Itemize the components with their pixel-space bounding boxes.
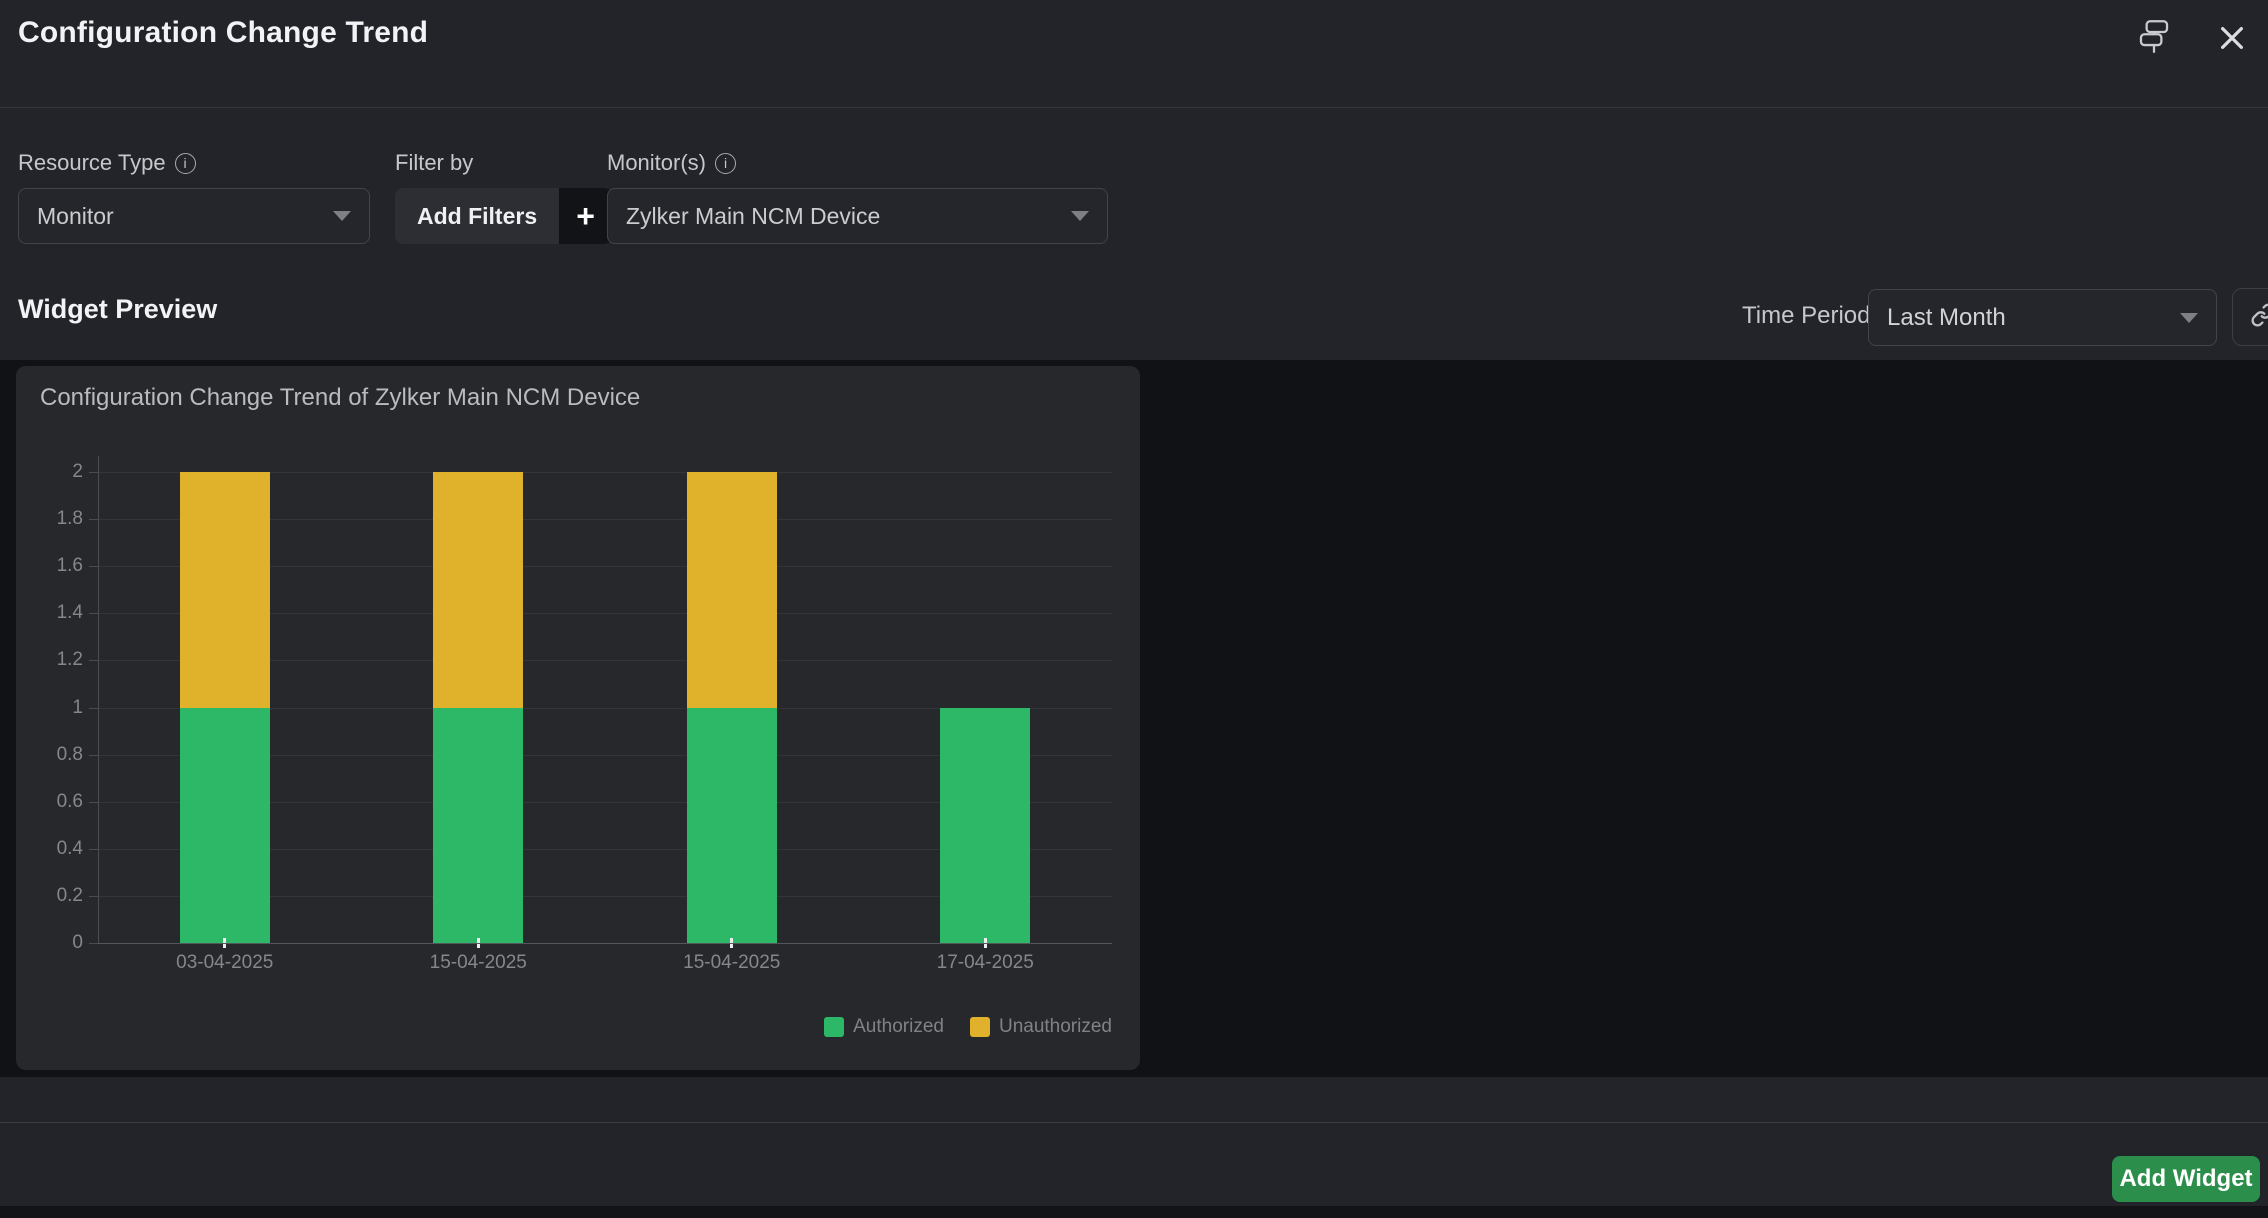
legend-item-unauthorized[interactable]: Unauthorized	[970, 1016, 1112, 1038]
y-axis-label: 2	[23, 461, 83, 483]
y-axis-tick	[89, 708, 98, 709]
widget-preview-title: Widget Preview	[18, 294, 217, 325]
legend-label: Unauthorized	[999, 1016, 1112, 1038]
y-axis-label: 1	[23, 697, 83, 719]
y-axis-label: 0.8	[23, 744, 83, 766]
legend-swatch	[824, 1017, 844, 1037]
legend-label: Authorized	[853, 1016, 944, 1038]
filter-by-label: Filter by	[395, 150, 473, 176]
y-axis-label: 0.2	[23, 885, 83, 907]
legend-item-authorized[interactable]: Authorized	[824, 1016, 944, 1038]
widget-layout-button[interactable]	[2134, 18, 2174, 58]
monitors-label-text: Monitor(s)	[607, 150, 706, 176]
header-divider	[0, 107, 2268, 108]
time-period-value: Last Month	[1887, 304, 2006, 332]
chart-plot-area: 0 0.2 0.4 0.6 0.8 1 1.2 1.4 1.6 1.8 2 03-04-2025 15-…	[16, 366, 1140, 1070]
chart-panel: Configuration Change Trend of Zylker Mai…	[16, 366, 1140, 1070]
y-axis-tick	[89, 660, 98, 661]
chart-legend: Authorized Unauthorized	[824, 1016, 1112, 1038]
footer-divider	[0, 1122, 2268, 1123]
close-button[interactable]	[2212, 20, 2252, 60]
add-filters-button[interactable]: Add Filters +	[395, 188, 612, 244]
signpost-icon	[2138, 19, 2170, 58]
bar-segment-unauthorized	[433, 472, 523, 708]
copy-link-button[interactable]	[2232, 288, 2268, 346]
close-icon	[2217, 23, 2247, 58]
link-icon	[2249, 301, 2268, 334]
x-axis-label: 03-04-2025	[140, 952, 310, 974]
page-title: Configuration Change Trend	[18, 16, 428, 50]
y-axis-tick	[89, 472, 98, 473]
y-axis-tick	[89, 896, 98, 897]
resource-type-value: Monitor	[37, 203, 114, 230]
y-axis-label: 1.8	[23, 508, 83, 530]
bottom-strip	[0, 1206, 2268, 1218]
bar-segment-authorized	[687, 708, 777, 944]
time-period-select[interactable]: Last Month	[1868, 289, 2217, 346]
y-axis-label: 1.6	[23, 555, 83, 577]
monitors-label: Monitor(s) i	[607, 150, 736, 176]
chevron-down-icon	[2180, 313, 2198, 323]
add-widget-button[interactable]: Add Widget	[2112, 1156, 2260, 1202]
bar-segment-authorized	[940, 708, 1030, 944]
y-axis-label: 1.4	[23, 602, 83, 624]
bar-segment-authorized	[433, 708, 523, 944]
x-axis-label: 15-04-2025	[393, 952, 563, 974]
info-icon[interactable]: i	[715, 153, 736, 174]
y-axis-tick	[89, 613, 98, 614]
legend-swatch	[970, 1017, 990, 1037]
filter-by-label-text: Filter by	[395, 150, 473, 176]
y-axis-tick	[89, 519, 98, 520]
monitors-select[interactable]: Zylker Main NCM Device	[607, 188, 1108, 244]
x-axis-label: 17-04-2025	[900, 952, 1070, 974]
x-axis-label: 15-04-2025	[647, 952, 817, 974]
resource-type-label: Resource Type i	[18, 150, 196, 176]
info-icon[interactable]: i	[175, 153, 196, 174]
plus-icon: +	[559, 188, 612, 244]
y-axis-label: 0.6	[23, 791, 83, 813]
bar-segment-unauthorized	[687, 472, 777, 708]
chevron-down-icon	[333, 211, 351, 221]
y-axis-tick	[89, 802, 98, 803]
bar-segment-unauthorized	[180, 472, 270, 708]
monitors-value: Zylker Main NCM Device	[626, 203, 880, 230]
add-filters-label: Add Filters	[395, 188, 559, 244]
y-axis-tick	[89, 849, 98, 850]
y-axis-label: 0.4	[23, 838, 83, 860]
y-axis-tick	[89, 755, 98, 756]
y-axis-tick	[89, 943, 98, 944]
widget-preview-area: Configuration Change Trend of Zylker Mai…	[0, 360, 2268, 1077]
y-axis-label: 0	[23, 932, 83, 954]
bar-segment-authorized	[180, 708, 270, 944]
y-axis-line	[98, 456, 99, 943]
y-axis-label: 1.2	[23, 649, 83, 671]
y-axis-tick	[89, 566, 98, 567]
time-period-label: Time Period	[1742, 302, 1870, 330]
chevron-down-icon	[1071, 211, 1089, 221]
x-axis-line	[98, 943, 1112, 944]
resource-type-select[interactable]: Monitor	[18, 188, 370, 244]
resource-type-label-text: Resource Type	[18, 150, 166, 176]
